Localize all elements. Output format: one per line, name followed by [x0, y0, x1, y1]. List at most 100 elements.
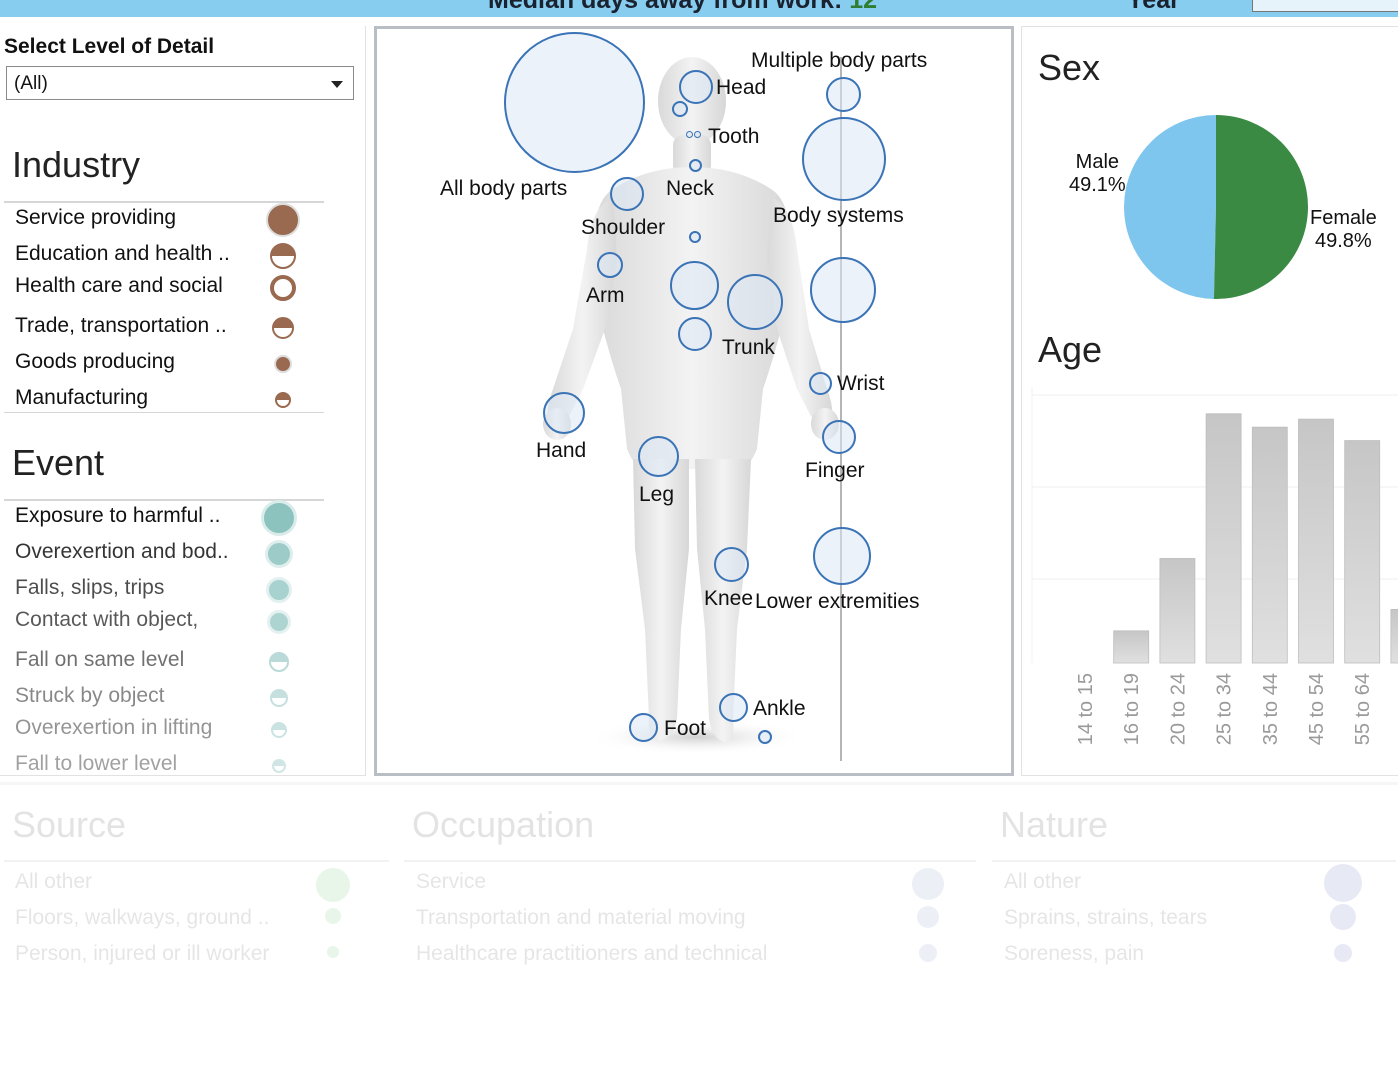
nature-item[interactable]: All other: [1004, 870, 1081, 894]
industry-item[interactable]: Health care and social: [15, 274, 223, 296]
event-marker-icon: [272, 759, 286, 773]
bubble-ankle[interactable]: [719, 693, 748, 722]
male-label: Male 49.1%: [1069, 151, 1126, 196]
label-body-systems: Body systems: [773, 204, 904, 227]
event-marker-icon: [265, 540, 293, 568]
female-pct: 49.8%: [1314, 230, 1372, 252]
age-bar[interactable]: [1251, 426, 1288, 664]
source-item[interactable]: Floors, walkways, ground ..: [15, 906, 269, 930]
bubble-all-body-parts[interactable]: [504, 32, 645, 173]
nature-title: Nature: [1000, 804, 1109, 845]
age-bar[interactable]: [1159, 558, 1196, 664]
event-item[interactable]: Exposure to harmful ..: [15, 504, 220, 528]
event-item[interactable]: Falls, slips, trips: [15, 576, 164, 600]
label-multiple-body-parts: Multiple body parts: [751, 49, 928, 72]
label-foot: Foot: [664, 717, 707, 740]
bubble-toe[interactable]: [758, 730, 772, 744]
bubble-foot[interactable]: [629, 713, 658, 742]
bubble-body-systems[interactable]: [802, 117, 886, 201]
label-hand: Hand: [536, 439, 587, 462]
bubble-chest[interactable]: [689, 231, 701, 243]
sex-title: Sex: [1038, 47, 1101, 88]
bubble-head[interactable]: [679, 70, 713, 104]
occupation-item[interactable]: Service: [416, 870, 486, 894]
age-tick-label: 14 to 15: [1075, 673, 1097, 745]
pie-slice-female: [1213, 115, 1308, 299]
industry-item[interactable]: Goods producing: [15, 350, 175, 374]
bubble-upper-trunk[interactable]: [670, 261, 719, 310]
age-bar[interactable]: [1390, 608, 1398, 664]
label-neck: Neck: [666, 177, 714, 200]
age-bar[interactable]: [1113, 630, 1150, 664]
bubble-knee[interactable]: [714, 547, 749, 582]
age-bar[interactable]: [1205, 413, 1242, 664]
event-item[interactable]: Fall to lower level: [15, 752, 177, 774]
faded-bottom-sections: Source All other Floors, walkways, groun…: [0, 780, 1398, 1080]
event-item[interactable]: Overexertion and bod..: [15, 540, 229, 564]
bubble-hand[interactable]: [543, 392, 585, 434]
bubble-shoulder[interactable]: [610, 177, 644, 211]
industry-title: Industry: [12, 144, 141, 185]
industry-bottom-divider: [4, 412, 324, 413]
bubble-finger[interactable]: [822, 420, 856, 454]
bubble-leg[interactable]: [638, 436, 679, 477]
event-item[interactable]: Fall on same level: [15, 648, 184, 672]
bubble-multiple-body-parts[interactable]: [826, 77, 861, 112]
source-title: Source: [12, 804, 127, 845]
bubble-tooth-b[interactable]: [694, 131, 701, 138]
bubble-wrist[interactable]: [809, 372, 832, 395]
age-bar-chart: 14 to 15 16 to 19 20 to 24 25 to 34 35 to 44…: [1031, 387, 1398, 745]
sex-pie-chart[interactable]: [1116, 107, 1316, 307]
bubble-abdomen[interactable]: [678, 317, 712, 351]
age-tick-label: 35 to 44: [1260, 673, 1282, 745]
industry-item[interactable]: Service providing: [15, 206, 176, 230]
age-title: Age: [1038, 329, 1103, 370]
source-item[interactable]: Person, injured or ill worker: [15, 942, 269, 966]
chevron-down-icon: [331, 81, 343, 88]
label-knee: Knee: [704, 587, 754, 610]
label-arm: Arm: [586, 284, 625, 307]
industry-marker-ring-icon: [270, 275, 296, 301]
age-bar[interactable]: [1298, 418, 1334, 664]
industry-item[interactable]: Trade, transportation ..: [15, 314, 227, 338]
nature-item[interactable]: Soreness, pain: [1004, 942, 1144, 966]
bubble-lower-extremities[interactable]: [813, 527, 871, 585]
year-dropdown[interactable]: [1252, 0, 1398, 12]
label-lower-extremities: Lower extremities: [755, 590, 920, 613]
event-marker-icon: [270, 689, 288, 707]
industry-marker-filled-circle-icon: [266, 203, 300, 237]
event-marker-icon: [267, 610, 291, 634]
body-map-panel: Multiple body parts Head Tooth All body …: [374, 26, 1014, 776]
industry-item[interactable]: Education and health ..: [15, 242, 230, 266]
industry-divider: [4, 201, 324, 203]
label-wrist: Wrist: [837, 372, 885, 395]
year-label: Year: [1127, 0, 1180, 14]
event-marker-icon: [261, 500, 297, 536]
demographics-panel: Sex Male 49.1% Female 49.8% Age 14 to 15 16…: [1021, 26, 1398, 776]
label-leg: Leg: [639, 483, 675, 506]
bubble-neck[interactable]: [689, 159, 702, 172]
industry-marker-half-circle-icon: [275, 392, 291, 408]
bubble-right-side[interactable]: [810, 257, 876, 323]
bubble-head-small[interactable]: [672, 101, 688, 117]
bubble-tooth-a[interactable]: [686, 131, 693, 138]
nature-item[interactable]: Sprains, strains, tears: [1004, 906, 1207, 930]
label-ankle: Ankle: [753, 697, 806, 720]
event-item[interactable]: Contact with object,: [15, 608, 198, 632]
detail-dropdown[interactable]: (All): [6, 66, 354, 100]
industry-marker-half-circle-icon: [272, 317, 294, 339]
source-item[interactable]: All other: [15, 870, 92, 894]
industry-marker-small-filled-circle-icon: [274, 355, 292, 373]
age-tick-label: 20 to 24: [1167, 673, 1189, 745]
bubble-trunk[interactable]: [727, 274, 783, 330]
occupation-item[interactable]: Healthcare practitioners and technical: [416, 942, 767, 966]
event-item[interactable]: Overexertion in lifting: [15, 716, 212, 740]
label-all-body-parts: All body parts: [440, 177, 568, 200]
event-item[interactable]: Struck by object: [15, 684, 164, 708]
industry-item[interactable]: Manufacturing: [15, 386, 148, 410]
event-title: Event: [12, 442, 105, 483]
bubble-arm[interactable]: [597, 252, 623, 278]
age-bar[interactable]: [1344, 440, 1381, 664]
human-silhouette: [543, 57, 842, 761]
occupation-item[interactable]: Transportation and material moving: [416, 906, 746, 930]
